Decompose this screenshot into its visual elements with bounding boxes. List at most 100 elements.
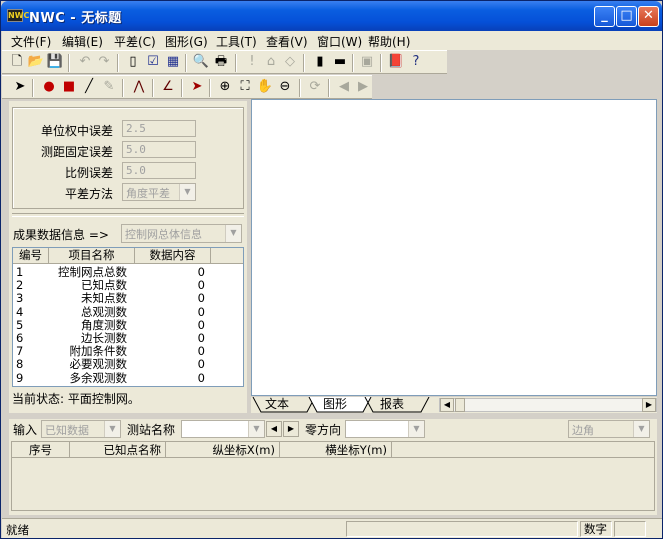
fixed-error-input[interactable]: 5.0	[122, 141, 196, 158]
input-type-select[interactable]: 已知数据 ▼	[41, 420, 121, 438]
table-row[interactable]: 4 总观测数 0	[13, 304, 243, 319]
zoom-out-icon[interactable]: ⊖	[276, 79, 294, 96]
standard-toolbar: 🗋 📂 💾 ↶ ↷ ▯ ☑ ▦ 🔍 🖶 ! ⌂ ◇ ▮ ▬ ▣ 📕 ?	[2, 50, 447, 74]
scroll-left-icon[interactable]: ◀	[440, 398, 454, 412]
results-select[interactable]: 控制网总体信息 ▼	[121, 224, 242, 243]
table-icon[interactable]: ▦	[164, 54, 182, 71]
zero-direction-select[interactable]: ▼	[345, 420, 425, 438]
menu-window[interactable]: 窗口(W)	[317, 33, 362, 50]
angle-measure-icon[interactable]: ∠	[159, 79, 177, 96]
row-value: 0	[197, 278, 205, 293]
close-button[interactable]: ✕	[638, 6, 659, 27]
menu-help[interactable]: 帮助(H)	[368, 33, 410, 50]
open-folder-icon[interactable]: 📂	[27, 54, 45, 71]
status-bar: 就绪 数字	[2, 518, 662, 538]
previous-icon[interactable]: ◀	[335, 79, 353, 96]
tab-report[interactable]: 报表	[364, 397, 420, 413]
row-value: 0	[197, 331, 205, 345]
menu-edit[interactable]: 编辑(E)	[62, 33, 103, 50]
maximize-button[interactable]: □	[616, 6, 637, 27]
refresh-icon[interactable]: ⟳	[306, 79, 324, 96]
menu-graphics[interactable]: 图形(G)	[165, 33, 208, 50]
title-bar: NWC NWC - 无标题 _ □ ✕	[1, 1, 662, 31]
table-row[interactable]: 3 未知点数 0	[13, 292, 243, 305]
print-icon[interactable]: 🖶	[212, 54, 230, 71]
print-preview-icon[interactable]: 🔍	[192, 54, 210, 71]
next-station-icon[interactable]: ▶	[283, 421, 299, 437]
minimize-button[interactable]: _	[594, 6, 615, 27]
pointer-red-icon[interactable]: ➤	[188, 79, 206, 96]
toolbar-separator	[328, 79, 330, 97]
chevron-down-icon[interactable]: ▼	[633, 421, 649, 437]
column-header[interactable]: 纵坐标X(m)	[166, 442, 280, 458]
weight-error-input[interactable]: 2.5	[122, 120, 196, 137]
graphics-canvas[interactable]	[251, 99, 657, 396]
save-icon[interactable]: 💾	[46, 54, 64, 71]
tab-graphics[interactable]: 图形	[307, 397, 363, 413]
column-header[interactable]: 序号	[12, 442, 70, 458]
check-edit-icon[interactable]: ☑	[144, 54, 162, 71]
redo-icon[interactable]: ↷	[95, 54, 113, 71]
help-icon[interactable]: ?	[407, 54, 425, 71]
exclamation-icon[interactable]: !	[243, 54, 261, 71]
row-number: 5	[16, 317, 24, 332]
page-icon[interactable]: ▯	[124, 54, 142, 71]
row-item-name: 总观测数	[81, 304, 127, 319]
tab-text[interactable]: 文本	[249, 397, 305, 413]
table-row[interactable]: 6 边长测数 0	[13, 332, 243, 345]
network-edit-icon[interactable]: ⌂	[262, 54, 280, 71]
strip-icon[interactable]: ▬	[331, 54, 349, 71]
chevron-down-icon[interactable]: ▼	[408, 421, 424, 437]
line-icon[interactable]: ╱	[80, 79, 98, 96]
chevron-down-icon[interactable]: ▼	[104, 421, 120, 437]
method-select[interactable]: 角度平差 ▼	[122, 183, 196, 201]
table-row[interactable]: 8 必要观测数 0	[13, 358, 243, 371]
column-header[interactable]: 编号	[13, 248, 49, 264]
table-row[interactable]: 5 角度测数 0	[13, 317, 243, 332]
undo-icon[interactable]: ↶	[76, 54, 94, 71]
zoom-extent-icon[interactable]: ⛶	[236, 79, 254, 96]
chevron-down-icon[interactable]: ▼	[225, 225, 241, 242]
table-row[interactable]: 7 附加条件数 0	[13, 345, 243, 358]
angle-mode-select[interactable]: 边角 ▼	[568, 420, 650, 438]
table-row[interactable]: 1 控制网点总数 0	[13, 266, 243, 279]
pan-hand-icon[interactable]: ✋	[256, 79, 274, 96]
panel-icon[interactable]: ▮	[311, 54, 329, 71]
polygon-icon[interactable]: ◇	[281, 54, 299, 71]
menu-tools[interactable]: 工具(T)	[216, 33, 257, 50]
scroll-thumb[interactable]	[455, 398, 465, 412]
chevron-down-icon[interactable]: ▼	[248, 421, 264, 437]
station-name-select[interactable]: ▼	[181, 420, 265, 438]
table-row[interactable]: 2 已知点数 0	[13, 279, 243, 292]
new-file-icon[interactable]: 🗋	[8, 54, 26, 71]
results-select-value: 控制网总体信息	[125, 228, 202, 241]
menu-adjust[interactable]: 平差(C)	[114, 33, 156, 50]
app-icon[interactable]: NWC	[7, 9, 29, 22]
chevron-down-icon[interactable]: ▼	[179, 184, 195, 200]
point-icon[interactable]: ●	[40, 79, 58, 96]
row-item-name: 未知点数	[81, 291, 127, 306]
toolbar-separator	[352, 54, 354, 72]
toolbar-separator	[299, 79, 301, 97]
menu-file[interactable]: 文件(F)	[11, 33, 51, 50]
horizontal-scrollbar[interactable]: ◀ ▶	[439, 398, 657, 412]
next-icon[interactable]: ▶	[354, 79, 372, 96]
angle-tool-icon[interactable]: ⋀	[130, 79, 148, 96]
ratio-error-input[interactable]: 5.0	[122, 162, 196, 179]
column-header[interactable]: 横坐标Y(m)	[280, 442, 392, 458]
table-row[interactable]: 9 多余观测数 0	[13, 371, 243, 385]
column-header[interactable]: 数据内容	[135, 248, 211, 264]
menu-view[interactable]: 查看(V)	[266, 33, 308, 50]
column-header[interactable]: 项目名称	[49, 248, 135, 264]
pencil-icon[interactable]: ✎	[100, 79, 118, 96]
scroll-right-icon[interactable]: ▶	[642, 398, 656, 412]
column-header[interactable]: 已知点名称	[70, 442, 166, 458]
book-icon[interactable]: 📕	[387, 54, 405, 71]
arrow-select-icon[interactable]: ➤	[11, 79, 29, 96]
square-point-icon[interactable]: ■	[60, 79, 78, 96]
prev-station-icon[interactable]: ◀	[266, 421, 282, 437]
window-icon[interactable]: ▣	[358, 54, 376, 71]
zoom-in-icon[interactable]: ⊕	[216, 79, 234, 96]
table-header: 序号 已知点名称 纵坐标X(m) 横坐标Y(m)	[12, 442, 654, 458]
status-ready-text: 就绪	[6, 523, 29, 537]
